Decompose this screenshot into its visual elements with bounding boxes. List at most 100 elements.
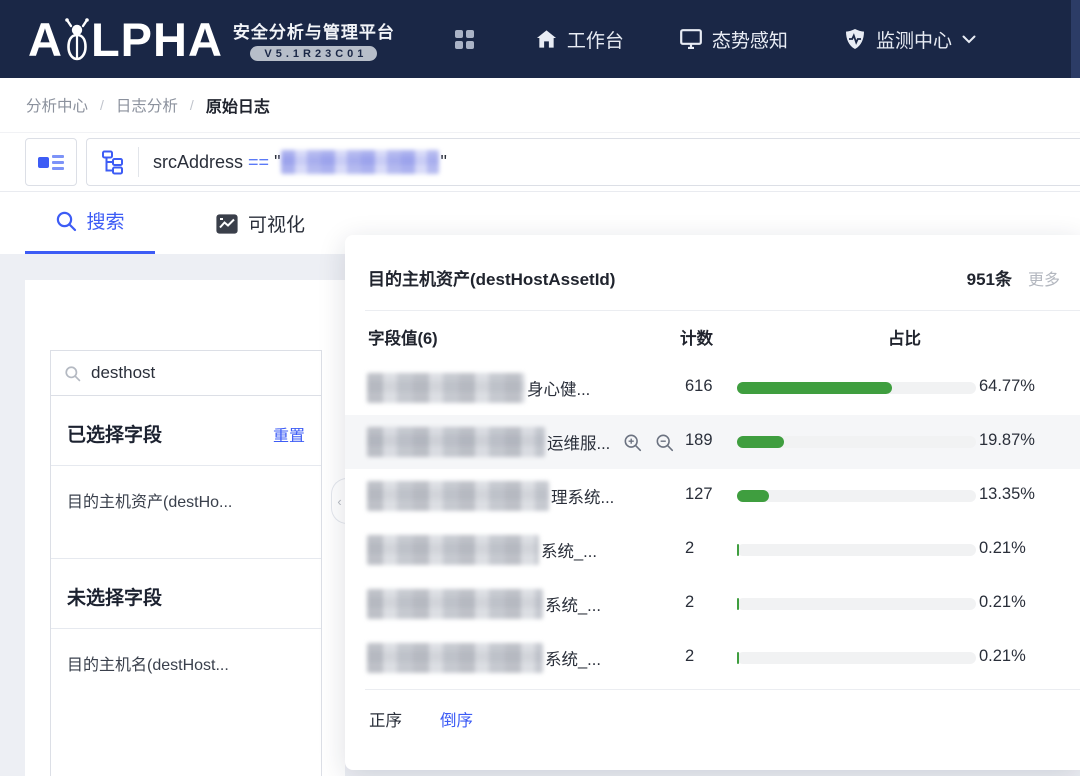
more-link[interactable]: 更多 <box>1028 266 1060 290</box>
tab-label: 可视化 <box>248 210 305 237</box>
row-name: 系统_... <box>367 523 597 577</box>
nav-item-workbench[interactable]: 工作台 <box>536 26 624 53</box>
row-filter-actions <box>623 433 674 452</box>
row-bar-track <box>737 544 976 556</box>
selected-fields-list: 目的主机资产(destHo... <box>51 466 321 534</box>
row-suffix: 系统_... <box>545 646 601 670</box>
fields-box: 已选择字段 重置 目的主机资产(destHo... 未选择字段 目的主机名(de… <box>50 350 322 776</box>
query-expression[interactable]: srcAddress == " " <box>153 150 447 174</box>
row-percent: 13.35% <box>979 485 1035 504</box>
row-percent: 0.21% <box>979 539 1026 558</box>
field-values-popup: 目的主机资产(destHostAssetId) 951条 更多 字段值(6) 计… <box>345 235 1080 770</box>
breadcrumb: 分析中心 / 日志分析 / 原始日志 <box>0 78 1080 133</box>
row-suffix: 身心健... <box>527 376 590 400</box>
row-percent: 0.21% <box>979 593 1026 612</box>
query-mode-button[interactable] <box>25 138 77 186</box>
selected-fields-title: 已选择字段 <box>67 420 162 447</box>
nav-item-label: 监测中心 <box>876 26 952 53</box>
field-value-row[interactable]: 身心健...61664.77% <box>345 361 1080 415</box>
field-value-row[interactable]: 运维服... 189 19.87% <box>345 415 1080 469</box>
field-search[interactable] <box>51 351 321 396</box>
redacted-value <box>367 643 543 673</box>
row-bar-track <box>737 598 976 610</box>
zoom-in-icon[interactable] <box>623 433 642 452</box>
query-input-box[interactable]: srcAddress == " " <box>86 138 1080 186</box>
popup-rows: 身心健...61664.77% 运维服... 189 19.87% 理系统... 127 1… <box>345 361 1080 685</box>
row-name: 系统_... <box>367 631 601 685</box>
logo-pre: A <box>28 16 63 63</box>
row-count: 2 <box>685 593 694 612</box>
row-bar-fill <box>737 544 739 556</box>
nav-item-situation[interactable]: 态势感知 <box>680 26 788 53</box>
field-item[interactable]: 目的主机名(destHost... <box>67 645 305 681</box>
apps-grid-icon[interactable] <box>455 30 474 49</box>
row-suffix: 运维服... <box>547 430 610 454</box>
chart-icon <box>215 213 239 235</box>
breadcrumb-separator: / <box>190 97 194 113</box>
row-name: 理系统... <box>367 469 614 523</box>
selected-fields-header: 已选择字段 重置 <box>51 396 321 466</box>
query-open-quote: " <box>274 152 280 173</box>
unselected-fields-title: 未选择字段 <box>67 583 162 610</box>
tab-label: 搜索 <box>86 207 124 234</box>
breadcrumb-item[interactable]: 分析中心 <box>26 94 88 116</box>
field-value-row[interactable]: 系统_...20.21% <box>345 577 1080 631</box>
bug-icon <box>64 17 90 61</box>
chevron-down-icon <box>962 35 976 44</box>
row-bar-fill <box>737 436 784 448</box>
shield-pulse-icon <box>844 28 866 50</box>
tab-visualize[interactable]: 可视化 <box>203 210 317 254</box>
field-search-input[interactable] <box>91 363 291 383</box>
nav-item-label: 态势感知 <box>712 26 788 53</box>
breadcrumb-current: 原始日志 <box>206 93 270 117</box>
sort-descending-link[interactable]: 倒序 <box>440 707 473 731</box>
field-item[interactable]: 目的主机资产(destHo... <box>67 482 305 518</box>
row-name: 身心健... <box>367 361 590 415</box>
breadcrumb-separator: / <box>100 97 104 113</box>
divider <box>138 147 139 177</box>
column-value: 字段值(6) <box>368 325 438 349</box>
reset-link[interactable]: 重置 <box>273 422 305 446</box>
sort-ascending-link[interactable]: 正序 <box>369 707 402 731</box>
field-value-row[interactable]: 系统_...20.21% <box>345 523 1080 577</box>
field-value-row[interactable]: 理系统... 127 13.35% <box>345 469 1080 523</box>
query-field: srcAddress <box>153 152 243 173</box>
query-bar: srcAddress == " " <box>0 133 1080 192</box>
fields-panel: 已选择字段 重置 目的主机资产(destHo... 未选择字段 目的主机名(de… <box>25 280 345 776</box>
query-operator: == <box>248 152 269 173</box>
redacted-value <box>367 535 539 565</box>
logo-text: A LPHA <box>28 16 223 63</box>
row-name: 运维服... <box>367 415 674 469</box>
content-area: 已选择字段 重置 目的主机资产(destHo... 未选择字段 目的主机名(de… <box>0 254 1080 776</box>
app-logo: A LPHA 安全分析与管理平台 V5.1R23C01 <box>28 16 395 63</box>
row-bar-fill <box>737 382 892 394</box>
unselected-fields-list: 目的主机名(destHost... <box>51 629 321 697</box>
list-mode-icon <box>38 155 64 170</box>
row-bar-fill <box>737 652 739 664</box>
row-count: 127 <box>685 485 713 504</box>
row-count: 189 <box>685 431 713 450</box>
monitor-icon <box>680 29 702 49</box>
nav-item-monitoring[interactable]: 监测中心 <box>844 26 976 53</box>
popup-header: 目的主机资产(destHostAssetId) 951条 更多 <box>345 235 1080 290</box>
navbar-edge-item <box>1071 0 1080 78</box>
row-bar-track <box>737 382 976 394</box>
breadcrumb-item[interactable]: 日志分析 <box>116 94 178 116</box>
main-nav: 工作台 态势感知 监测中心 <box>536 26 976 53</box>
query-close-quote: " <box>440 152 446 173</box>
nav-item-label: 工作台 <box>567 26 624 53</box>
row-percent: 0.21% <box>979 647 1026 666</box>
redacted-value <box>367 427 545 457</box>
row-bar-fill <box>737 490 769 502</box>
zoom-out-icon[interactable] <box>655 433 674 452</box>
row-bar-track <box>737 436 976 448</box>
top-navbar: A LPHA 安全分析与管理平台 V5.1R23C01 工作台 <box>0 0 1080 78</box>
app-subtitle: 安全分析与管理平台 <box>233 18 395 43</box>
logo-post: LPHA <box>91 16 223 63</box>
row-percent: 19.87% <box>979 431 1035 450</box>
redacted-value <box>367 589 543 619</box>
field-value-row[interactable]: 系统_...20.21% <box>345 631 1080 685</box>
row-percent: 64.77% <box>979 377 1035 396</box>
tab-search[interactable]: 搜索 <box>25 207 155 254</box>
search-icon <box>55 210 77 232</box>
